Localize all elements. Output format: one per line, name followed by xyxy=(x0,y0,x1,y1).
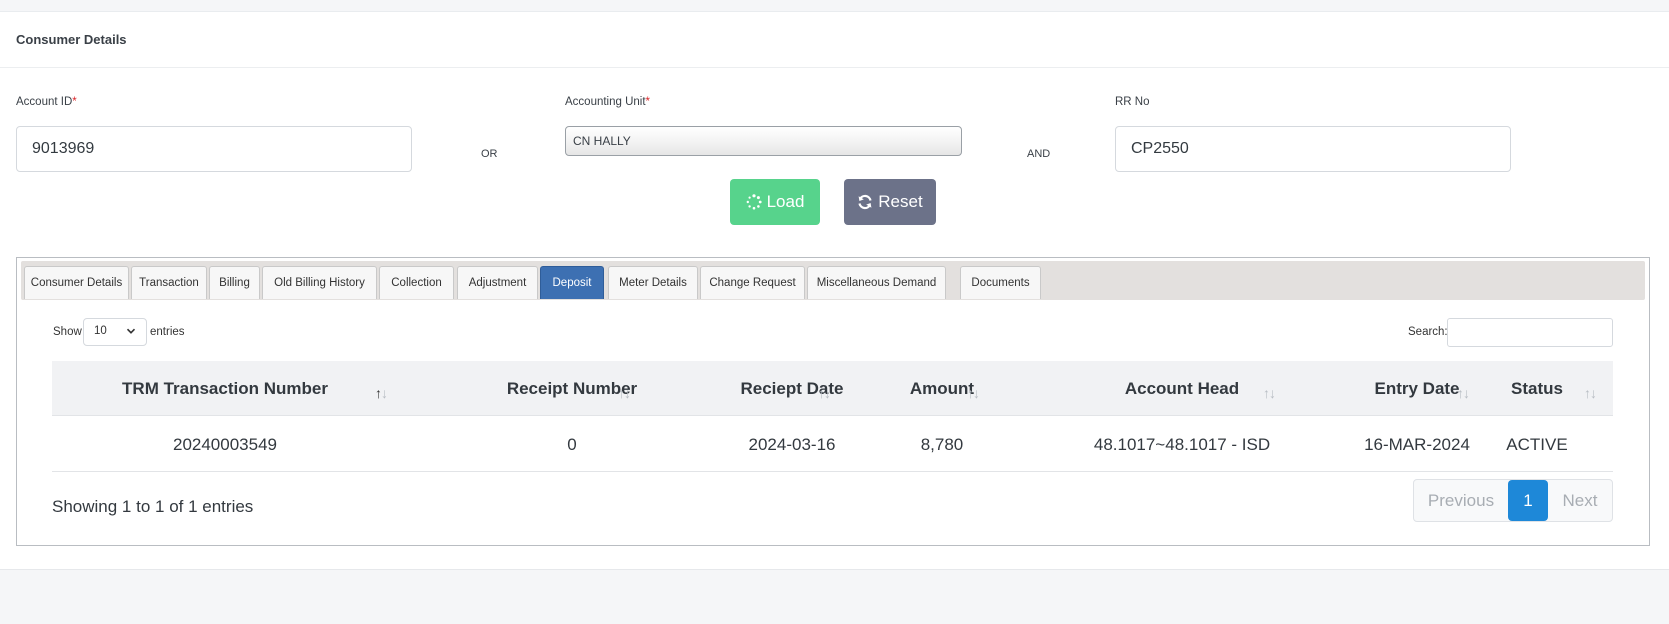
tab-change-request[interactable]: Change Request xyxy=(700,266,805,299)
tab-transaction[interactable]: Transaction xyxy=(131,266,207,299)
search-input[interactable] xyxy=(1447,318,1613,347)
reset-label: Reset xyxy=(878,192,923,211)
previous-page-button[interactable]: Previous xyxy=(1414,480,1508,521)
or-label: OR xyxy=(481,148,498,160)
top-strip xyxy=(0,0,1669,12)
pagination: Previous 1 Next xyxy=(1413,479,1613,522)
load-label: Load xyxy=(766,192,805,211)
reset-button[interactable]: Reset xyxy=(844,179,936,225)
sort-icon[interactable]: ↑↓ xyxy=(1584,385,1597,401)
column-status[interactable]: Status xyxy=(1497,379,1577,399)
sort-icon[interactable]: ↑↓ xyxy=(375,385,388,401)
required-mark: * xyxy=(645,96,651,108)
column-receipt-number[interactable]: Receipt Number xyxy=(412,379,732,399)
account-id-label-text: Account ID xyxy=(16,96,73,108)
cell-entry-date: 16-MAR-2024 xyxy=(1364,435,1470,454)
column-entry-date[interactable]: Entry Date xyxy=(1317,379,1517,399)
sort-icon[interactable]: ↑↓ xyxy=(1457,385,1470,401)
rr-no-input[interactable] xyxy=(1115,126,1511,172)
table-row: 20240003549 0 2024-03-16 8,780 48.1017~4… xyxy=(52,416,1613,472)
tab-meter-details[interactable]: Meter Details xyxy=(608,266,698,299)
tab-collection[interactable]: Collection xyxy=(379,266,454,299)
search-label: Search: xyxy=(1408,326,1448,338)
column-account-head[interactable]: Account Head xyxy=(1032,379,1332,399)
cell-amount: 8,780 xyxy=(920,435,964,454)
account-id-label: Account ID* xyxy=(16,96,77,108)
tab-documents[interactable]: Documents xyxy=(960,266,1041,299)
load-button[interactable]: Load xyxy=(730,179,820,225)
spinner-icon xyxy=(746,194,762,210)
page-1-button[interactable]: 1 xyxy=(1508,480,1548,521)
page-length-value: 10 xyxy=(94,325,107,337)
sort-icon[interactable]: ↑↓ xyxy=(618,385,631,401)
tab-bar: Consumer Details Transaction Billing Old… xyxy=(21,261,1645,300)
column-trm-transaction-number[interactable]: TRM Transaction Number xyxy=(60,379,390,399)
cell-account-head: 48.1017~48.1017 - ISD xyxy=(1093,435,1271,454)
accounting-unit-value: CN HALLY xyxy=(573,134,631,148)
tab-adjustment[interactable]: Adjustment xyxy=(457,266,538,299)
tab-miscellaneous-demand[interactable]: Miscellaneous Demand xyxy=(807,266,946,299)
sort-icon[interactable]: ↑↓ xyxy=(818,385,831,401)
sort-icon[interactable]: ↑↓ xyxy=(967,385,980,401)
chevron-down-icon xyxy=(126,326,136,339)
accounting-unit-label: Accounting Unit* xyxy=(565,96,650,108)
cell-trm-transaction-number: 20240003549 xyxy=(172,435,277,454)
next-page-button[interactable]: Next xyxy=(1548,480,1612,521)
table-header: TRM Transaction Number ↑↓ Receipt Number… xyxy=(52,361,1613,416)
column-amount[interactable]: Amount xyxy=(862,379,1022,399)
page-title: Consumer Details xyxy=(16,32,127,47)
accounting-unit-label-text: Accounting Unit xyxy=(565,96,646,108)
account-id-input[interactable] xyxy=(16,126,412,172)
tab-old-billing-history[interactable]: Old Billing History xyxy=(262,266,377,299)
card-header: Consumer Details xyxy=(0,12,1669,68)
tab-consumer-details[interactable]: Consumer Details xyxy=(24,266,129,299)
page-length-select[interactable]: 10 xyxy=(83,318,147,346)
rr-no-label: RR No xyxy=(1115,96,1150,108)
entries-label: entries xyxy=(150,326,185,338)
sort-icon[interactable]: ↑↓ xyxy=(1263,385,1276,401)
and-label: AND xyxy=(1027,148,1051,160)
cell-receipt-number: 0 xyxy=(567,435,577,454)
tab-deposit[interactable]: Deposit xyxy=(540,266,604,299)
refresh-icon xyxy=(857,194,873,210)
accounting-unit-select[interactable]: CN HALLY xyxy=(565,126,962,156)
required-mark: * xyxy=(72,96,77,108)
table-info: Showing 1 to 1 of 1 entries xyxy=(52,497,254,516)
tab-billing[interactable]: Billing xyxy=(209,266,260,299)
show-label: Show xyxy=(53,326,82,338)
cell-status: ACTIVE xyxy=(1506,435,1568,454)
